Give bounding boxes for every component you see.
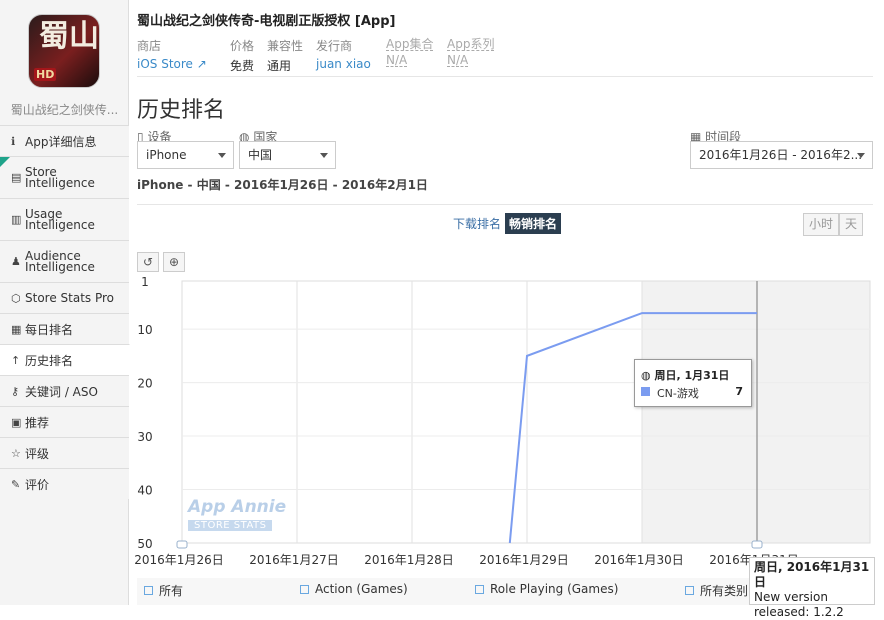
app-title: 蜀山战纪之剑侠传奇-电视剧正版授权 [App]	[137, 14, 396, 29]
external-link-icon: ↗	[196, 57, 207, 71]
legend-role-playing-games[interactable]: Role Playing (Games)	[475, 582, 618, 596]
store-link[interactable]: iOS Store ↗	[137, 57, 207, 71]
sidebar-item-keywords-aso[interactable]: ⚷ 关键词 / ASO	[0, 375, 129, 406]
x-tick-label: 2016年1月30日	[594, 553, 683, 567]
new-badge-icon	[0, 157, 10, 167]
sidebar: 蜀山 HD 蜀山战纪之剑侠传... ℹ App详细信息 ▤ Store Intel…	[0, 0, 130, 605]
meta-app-series: App系列 N/A	[447, 37, 495, 67]
sidebar-item-store-intelligence[interactable]: ▤ Store Intelligence	[0, 156, 129, 198]
zoom-button[interactable]: ⊕	[163, 252, 185, 272]
comment-icon: ✎	[11, 477, 21, 491]
checkbox-icon	[300, 584, 309, 594]
checkbox-icon	[144, 586, 153, 595]
version-marker	[176, 540, 188, 549]
y-tick-label: 40	[137, 484, 152, 498]
sidebar-item-daily-ranking[interactable]: ▦ 每日排名	[0, 313, 129, 344]
page-title: 历史排名	[137, 98, 226, 123]
version-marker	[751, 540, 763, 549]
key-icon: ⚷	[11, 384, 20, 398]
y-tick-label: 20	[137, 377, 152, 391]
sidebar-item-app-details[interactable]: ℹ App详细信息	[0, 125, 129, 156]
divider	[137, 204, 873, 205]
usage-icon: ▥	[11, 213, 22, 226]
chart-tooltip: ◍ 周日, 1月31日 CN-游戏 7	[634, 359, 752, 407]
store-icon: ▤	[11, 171, 22, 184]
series-swatch	[641, 387, 650, 396]
tab-download-ranking[interactable]: 下载排名	[449, 213, 505, 234]
sidebar-item-usage-intelligence[interactable]: ▥ Usage Intelligence	[0, 198, 129, 240]
info-icon: ℹ	[11, 134, 16, 148]
calendar-icon: ▦	[11, 322, 22, 336]
sidebar-item-rating[interactable]: ☆ 评级	[0, 437, 129, 468]
chevron-down-icon	[857, 153, 865, 158]
device-select[interactable]: iPhone	[137, 141, 234, 169]
meta-store: 商店 iOS Store ↗	[137, 39, 207, 71]
star-icon: ☆	[11, 446, 21, 460]
zoom-icon: ⊕	[168, 255, 180, 269]
recommend-icon: ▣	[11, 415, 22, 429]
checkbox-icon	[475, 584, 484, 594]
chevron-down-icon	[320, 153, 328, 158]
y-tick-label: 10	[137, 323, 152, 337]
checkbox-icon	[685, 586, 694, 595]
day-button[interactable]: 天	[839, 213, 863, 236]
sidebar-item-store-stats-pro[interactable]: ⬡ Store Stats Pro	[0, 282, 129, 313]
person-icon: ♟	[11, 255, 21, 268]
x-tick-label: 2016年1月27日	[249, 553, 338, 567]
hour-button[interactable]: 小时	[803, 213, 839, 236]
meta-publisher: 发行商 juan xiao	[316, 39, 371, 71]
sidebar-item-reviews[interactable]: ✎ 评价	[0, 468, 129, 499]
meta-price: 价格 免费	[230, 39, 255, 73]
globe-icon: ◍	[641, 369, 651, 382]
y-tick-label: 1	[141, 275, 149, 289]
stats-icon: ⬡	[11, 291, 21, 305]
meta-compatibility: 兼容性 通用	[267, 39, 304, 73]
country-select[interactable]: 中国	[239, 141, 336, 169]
sidebar-nav: ℹ App详细信息 ▤ Store Intelligence ▥ Usage Int…	[0, 125, 130, 499]
sidebar-item-recommend[interactable]: ▣ 推荐	[0, 406, 129, 437]
period-select[interactable]: 2016年1月26日 - 2016年2...	[690, 141, 873, 169]
chevron-down-icon	[218, 153, 226, 158]
legend-all[interactable]: 所有	[144, 582, 183, 599]
watermark: App Annie STORE STATS	[188, 497, 287, 531]
sidebar-item-audience-intelligence[interactable]: ♟ Audience Intelligence	[0, 240, 129, 282]
x-tick-label: 2016年1月29日	[479, 553, 568, 567]
divider	[137, 76, 873, 77]
app-icon: 蜀山 HD	[28, 14, 100, 88]
meta-app-collection: App集合 N/A	[386, 37, 434, 67]
y-tick-label: 50	[137, 537, 152, 551]
series-line-cn-games	[508, 312, 757, 544]
arrow-up-icon: ↑	[11, 353, 21, 367]
reset-zoom-button[interactable]: ↺	[137, 252, 159, 272]
selection-summary: iPhone - 中国 - 2016年1月26日 - 2016年2月1日	[137, 178, 428, 192]
legend-action-games[interactable]: Action (Games)	[300, 582, 408, 596]
sidebar-item-history-ranking[interactable]: ↑ 历史排名	[0, 344, 130, 375]
x-tick-label: 2016年1月26日	[134, 553, 223, 567]
reset-icon: ↺	[142, 255, 154, 269]
publisher-link[interactable]: juan xiao	[316, 57, 371, 71]
highlight-band	[642, 281, 870, 543]
tab-grossing-ranking[interactable]: 畅销排名	[505, 213, 562, 234]
x-tick-label: 2016年1月28日	[364, 553, 453, 567]
y-tick-label: 30	[137, 430, 152, 444]
ranking-chart: 1 10 20 30 40 50 2016年1月26日 2016年1月27日 2016年1月28…	[134, 275, 871, 567]
legend-all-categories[interactable]: 所有类别	[685, 582, 748, 599]
sidebar-app-name: 蜀山战纪之剑侠传...	[10, 103, 119, 117]
version-tooltip: 周日, 2016年1月31日 New version released: 1.2…	[749, 557, 875, 619]
